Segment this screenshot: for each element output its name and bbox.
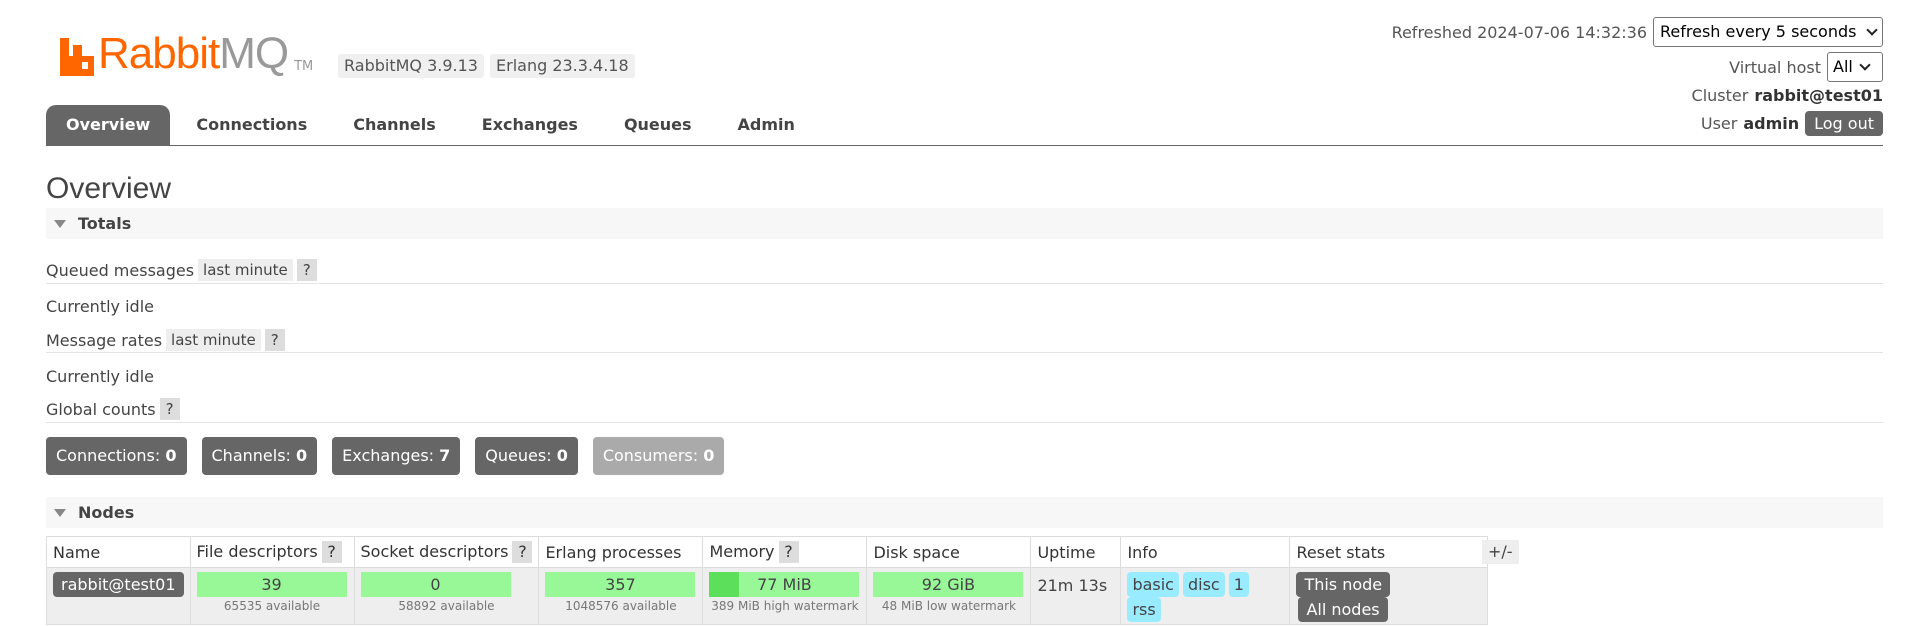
column-header-name: Name bbox=[46, 536, 191, 568]
totals-section-toggle[interactable]: Totals bbox=[46, 208, 1883, 239]
message-rates-status: Currently idle bbox=[46, 367, 154, 386]
column-header-info: Info bbox=[1120, 536, 1291, 568]
chevron-down-icon bbox=[1866, 24, 1878, 36]
column-header-file-descriptors: File descriptors? bbox=[189, 536, 355, 568]
reset-stats-cell: This node All nodes bbox=[1289, 567, 1489, 625]
queued-messages-help[interactable]: ? bbox=[296, 259, 317, 281]
socket-descriptors-help[interactable]: ? bbox=[512, 541, 533, 563]
info-badge-basic[interactable]: basic bbox=[1127, 572, 1179, 597]
queued-messages-label: Queued messages bbox=[46, 260, 195, 280]
reset-this-node-button[interactable]: This node bbox=[1296, 572, 1391, 597]
node-name-link[interactable]: rabbit@test01 bbox=[53, 572, 184, 597]
message-rates-period[interactable]: last minute bbox=[166, 329, 261, 351]
refreshed-timestamp: Refreshed 2024-07-06 14:32:36 bbox=[1391, 22, 1647, 42]
message-rates-help[interactable]: ? bbox=[264, 329, 285, 351]
info-badge-disc[interactable]: disc bbox=[1182, 572, 1225, 597]
message-rates-row: Message rates last minute ? bbox=[46, 329, 285, 351]
page-title: Overview bbox=[46, 172, 172, 205]
collapse-triangle-icon bbox=[54, 219, 66, 228]
memory-bar-fill bbox=[709, 572, 740, 597]
channels-count-button[interactable]: Channels: 0 bbox=[201, 437, 318, 475]
divider bbox=[46, 352, 1883, 353]
memory-cell: 77 MiB 389 MiB high watermark bbox=[702, 567, 868, 625]
connections-count-button[interactable]: Connections: 0 bbox=[46, 437, 187, 475]
global-counts-label: Global counts bbox=[46, 399, 156, 419]
tab-overview[interactable]: Overview bbox=[46, 105, 171, 145]
logo-trademark: TM bbox=[294, 59, 314, 74]
file-descriptors-bar: 39 bbox=[196, 572, 347, 597]
refresh-row: Refreshed 2024-07-06 14:32:36 Refresh ev… bbox=[1392, 17, 1883, 47]
reset-all-nodes-button[interactable]: All nodes bbox=[1298, 597, 1388, 622]
socket-descriptors-available: 58892 available bbox=[398, 599, 495, 613]
global-counts-row: Global counts ? bbox=[46, 398, 180, 420]
column-header-reset-stats: Reset stats bbox=[1289, 536, 1489, 568]
vhost-select[interactable]: All bbox=[1827, 52, 1883, 82]
disk-space-cell: 92 GiB 48 MiB low watermark bbox=[866, 567, 1032, 625]
message-rates-label: Message rates bbox=[46, 330, 163, 350]
refresh-interval-select[interactable]: Refresh every 5 seconds bbox=[1653, 17, 1883, 47]
socket-descriptors-bar: 0 bbox=[360, 572, 511, 597]
tab-exchanges[interactable]: Exchanges bbox=[462, 105, 598, 145]
file-descriptors-available: 65535 available bbox=[223, 599, 321, 613]
column-header-erlang-processes: Erlang processes bbox=[538, 536, 704, 568]
divider bbox=[46, 422, 1883, 423]
erlang-processes-available: 1048576 available bbox=[565, 599, 677, 613]
vhost-row: Virtual host All bbox=[1729, 52, 1883, 82]
divider bbox=[46, 283, 1883, 284]
main-nav-tabs: Overview Connections Channels Exchanges … bbox=[46, 105, 1883, 146]
collapse-triangle-icon bbox=[54, 508, 66, 517]
info-badge-rss[interactable]: rss bbox=[1127, 597, 1161, 622]
column-header-memory: Memory? bbox=[702, 536, 868, 568]
exchanges-count-button[interactable]: Exchanges: 7 bbox=[332, 437, 461, 475]
global-counts: Connections: 0 Channels: 0 Exchanges: 7 … bbox=[46, 437, 725, 475]
cluster-row: Cluster rabbit@test01 bbox=[1692, 86, 1883, 105]
disk-space-watermark: 48 MiB low watermark bbox=[881, 599, 1016, 613]
column-header-uptime: Uptime bbox=[1030, 536, 1122, 568]
disk-space-bar: 92 GiB bbox=[873, 572, 1024, 597]
consumers-count-button[interactable]: Consumers: 0 bbox=[592, 437, 725, 475]
socket-descriptors-cell: 0 58892 available bbox=[353, 567, 540, 625]
column-header-disk-space: Disk space bbox=[866, 536, 1032, 568]
file-descriptors-help[interactable]: ? bbox=[321, 541, 342, 563]
tab-queues[interactable]: Queues bbox=[604, 105, 712, 145]
toggle-columns-button[interactable]: +/- bbox=[1482, 540, 1519, 564]
queued-messages-status: Currently idle bbox=[46, 297, 154, 316]
uptime-value: 21m 13s bbox=[1037, 576, 1108, 595]
nodes-table: Name File descriptors? Socket descriptor… bbox=[46, 536, 1489, 625]
column-header-socket-descriptors: Socket descriptors? bbox=[353, 536, 540, 568]
totals-heading: Totals bbox=[78, 214, 132, 233]
tab-admin[interactable]: Admin bbox=[718, 105, 815, 145]
queued-messages-row: Queued messages last minute ? bbox=[46, 259, 317, 281]
queued-messages-period[interactable]: last minute bbox=[198, 259, 293, 281]
rabbitmq-version: RabbitMQ 3.9.13 bbox=[338, 54, 484, 78]
tab-connections[interactable]: Connections bbox=[176, 105, 327, 145]
table-header-row: Name File descriptors? Socket descriptor… bbox=[46, 536, 1489, 568]
nodes-section-toggle[interactable]: Nodes bbox=[46, 497, 1883, 528]
memory-watermark: 389 MiB high watermark bbox=[711, 599, 859, 613]
global-counts-help[interactable]: ? bbox=[159, 398, 180, 420]
table-row: rabbit@test01 39 65535 available 0 58892… bbox=[46, 567, 1489, 625]
memory-bar: 77 MiB bbox=[709, 572, 860, 597]
vhost-label: Virtual host bbox=[1729, 57, 1821, 77]
node-name-cell: rabbit@test01 bbox=[46, 567, 191, 625]
cluster-name: rabbit@test01 bbox=[1754, 86, 1883, 105]
rabbitmq-logo[interactable]: RabbitMQ TM bbox=[60, 30, 313, 76]
rabbitmq-logo-icon bbox=[60, 38, 94, 76]
cluster-label: Cluster bbox=[1691, 86, 1749, 105]
queues-count-button[interactable]: Queues: 0 bbox=[475, 437, 578, 475]
memory-help[interactable]: ? bbox=[778, 541, 799, 563]
logo-text: RabbitMQ bbox=[98, 29, 289, 78]
chevron-down-icon bbox=[1859, 59, 1871, 71]
erlang-version: Erlang 23.3.4.18 bbox=[490, 54, 635, 78]
erlang-processes-bar: 357 bbox=[545, 572, 696, 597]
tab-channels[interactable]: Channels bbox=[333, 105, 456, 145]
erlang-processes-cell: 357 1048576 available bbox=[538, 567, 704, 625]
uptime-cell: 21m 13s bbox=[1030, 567, 1122, 625]
info-cell: basic disc 1 rss bbox=[1120, 567, 1291, 625]
info-badge-count[interactable]: 1 bbox=[1228, 572, 1249, 597]
nodes-heading: Nodes bbox=[78, 503, 135, 522]
file-descriptors-cell: 39 65535 available bbox=[189, 567, 355, 625]
